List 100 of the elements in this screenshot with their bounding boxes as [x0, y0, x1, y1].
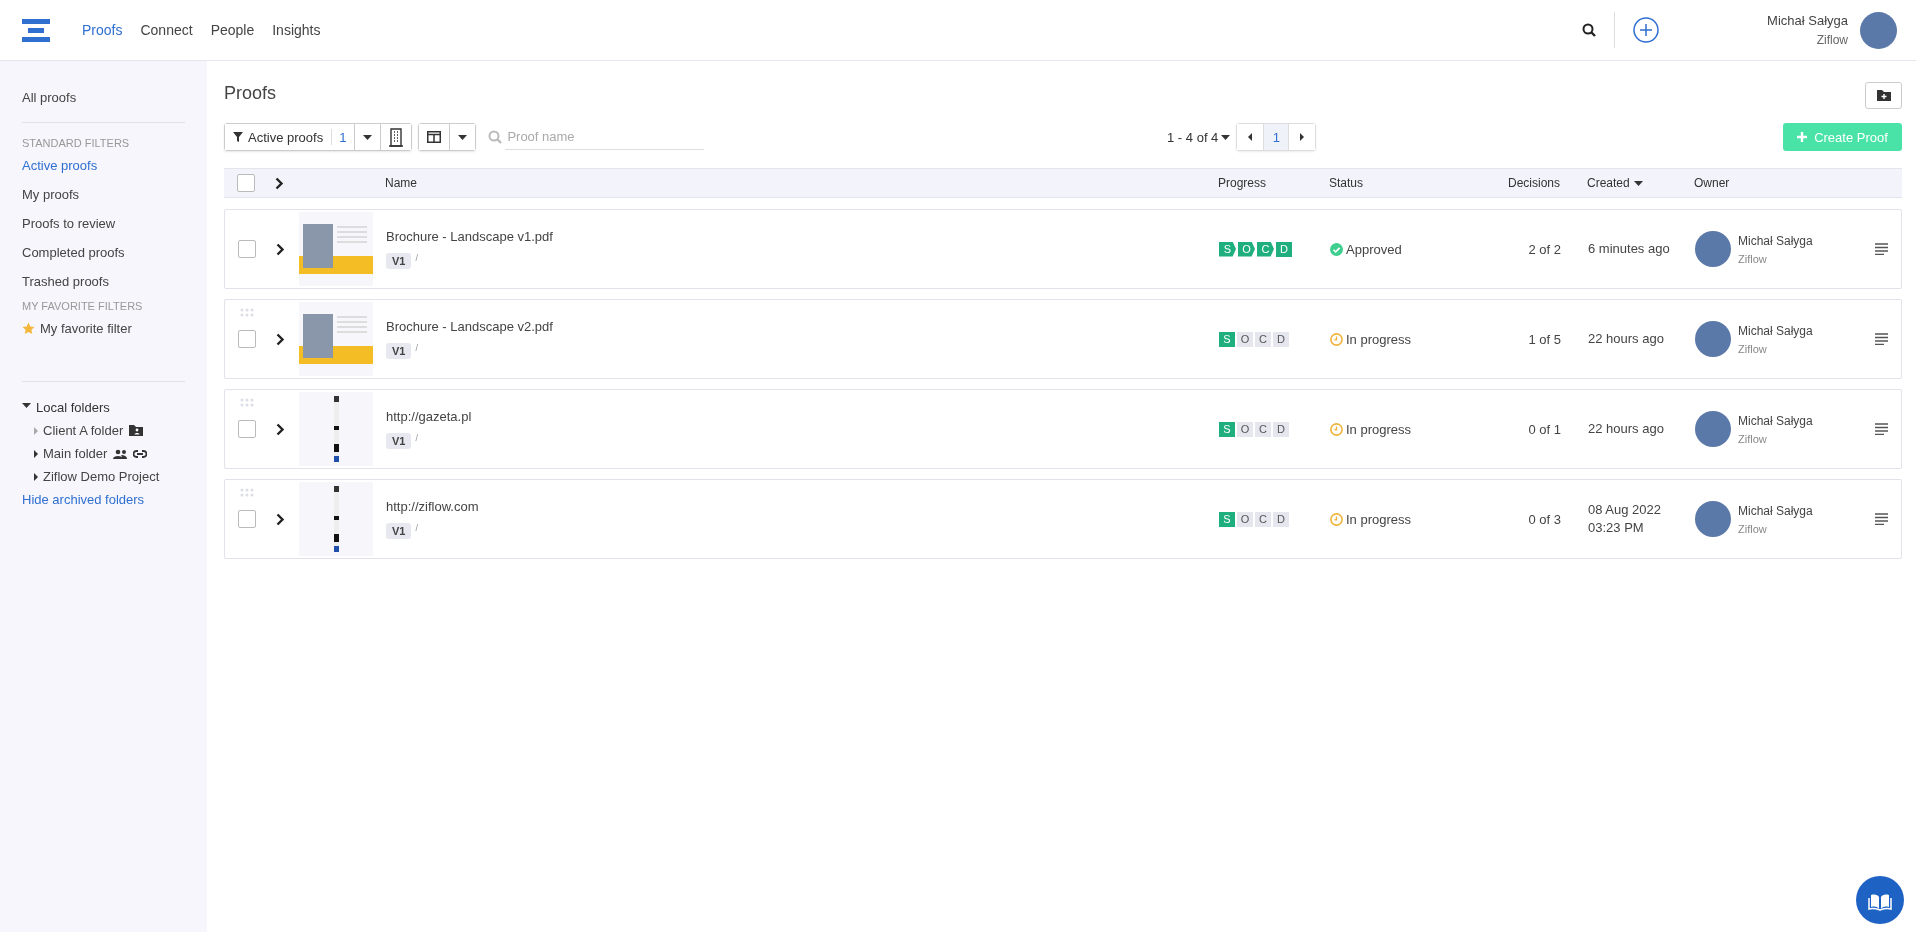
section-heading: MY FAVORITE FILTERS — [22, 300, 144, 312]
folder-item[interactable]: Client A folder — [22, 419, 207, 442]
nav-link[interactable]: Insights — [272, 22, 321, 38]
page-button[interactable]: 1 — [1263, 124, 1290, 150]
row-checkbox[interactable] — [238, 240, 256, 258]
hide-archived-link[interactable]: Hide archived folders — [22, 488, 207, 511]
owner-name: Michał Sałyga — [1738, 503, 1813, 518]
owner-org: Ziflow — [1738, 252, 1768, 265]
dropdown-button[interactable] — [449, 124, 476, 150]
caret-right-icon — [1300, 133, 1305, 141]
version-badge[interactable]: V1 — [386, 523, 412, 539]
nav-link[interactable]: Proofs — [82, 22, 123, 38]
status-label: In progress — [1346, 421, 1412, 437]
filter-control[interactable]: Active proofs 1 — [224, 123, 413, 151]
sidebar-item[interactable]: Trashed proofs — [22, 267, 207, 296]
column-header[interactable]: Status — [1329, 176, 1500, 190]
owner-name: Michał Sałyga — [1738, 413, 1813, 428]
column-header[interactable]: Name — [378, 176, 1216, 190]
owner-org: Ziflow — [1738, 432, 1768, 445]
drag-handle-icon[interactable] — [240, 398, 254, 407]
version-badge[interactable]: V1 — [386, 433, 412, 449]
sidebar-item[interactable]: Proofs to review — [22, 209, 207, 238]
proof-name[interactable]: http://ziflow.com — [386, 499, 1217, 514]
page-range-button[interactable]: 1 - 4 of 4 — [1167, 129, 1237, 145]
chevron-right-icon[interactable] — [276, 242, 285, 256]
folder-path: / — [415, 343, 418, 353]
sidebar-item[interactable]: Completed proofs — [22, 238, 207, 267]
add-icon[interactable] — [1633, 17, 1660, 43]
avatar — [1695, 411, 1731, 447]
layout-control[interactable] — [418, 123, 477, 151]
sidebar-item[interactable]: All proofs — [22, 83, 207, 112]
row-checkbox[interactable] — [238, 420, 256, 438]
drag-handle-icon[interactable] — [240, 488, 254, 497]
avatar[interactable] — [1860, 11, 1897, 49]
folder-path: / — [415, 433, 418, 443]
column-header[interactable]: Created — [1560, 176, 1694, 190]
row-checkbox[interactable] — [238, 330, 256, 348]
sidebar-item[interactable]: Active proofs — [22, 151, 207, 180]
help-button[interactable] — [1856, 876, 1904, 924]
folder-plus-icon — [1876, 89, 1891, 101]
sidebar-item[interactable]: My proofs — [22, 180, 207, 209]
folder-item[interactable]: Ziflow Demo Project — [22, 465, 207, 488]
row-checkbox[interactable] — [238, 510, 256, 528]
chevron-right-icon[interactable] — [276, 422, 285, 436]
stage-badge: O — [1237, 421, 1253, 437]
column-header[interactable]: Decisions — [1500, 176, 1560, 190]
filter-button[interactable]: Active proofs — [225, 124, 332, 150]
version-badge[interactable]: V1 — [386, 343, 412, 359]
layout-button[interactable] — [419, 124, 450, 150]
search-icon[interactable] — [1582, 23, 1597, 37]
filter-icon — [233, 132, 243, 142]
proof-row[interactable]: Brochure - Landscape v2.pdf V1 / S O C D In progress 1 of 5 22 hours ago Michał Sałyga Ziflow — [224, 299, 1902, 379]
folder-tree-toggle[interactable]: Local folders — [22, 396, 207, 419]
chevron-right-icon[interactable] — [276, 332, 285, 346]
column-header[interactable]: Owner — [1694, 176, 1860, 190]
proof-row[interactable]: Brochure - Landscape v1.pdf V1 / S O C D Approved 2 of 2 6 minutes ago Michał Sałyga Ziflow — [224, 209, 1902, 289]
version-badge[interactable]: V1 — [386, 253, 412, 269]
sidebar-item[interactable]: My favorite filter — [22, 314, 207, 343]
stage-badge: C — [1257, 241, 1274, 257]
stage-badge: O — [1237, 331, 1253, 347]
column-header[interactable]: Progress — [1216, 176, 1329, 190]
menu-icon[interactable] — [1874, 513, 1888, 525]
previous-page-button[interactable] — [1237, 124, 1264, 150]
proof-name[interactable]: http://gazeta.pl — [386, 409, 1217, 424]
nav-link[interactable]: People — [210, 22, 255, 38]
decisions-count: 0 of 1 — [1528, 421, 1561, 437]
menu-icon[interactable] — [1874, 243, 1888, 255]
proof-row[interactable]: http://ziflow.com V1 / S O C D In progress 0 of 3 08 Aug 2022 03:23 PM Michał Sałyga Ziflow — [224, 479, 1902, 559]
next-page-button[interactable] — [1289, 124, 1316, 150]
stage-badge: S — [1219, 331, 1235, 347]
proof-name[interactable]: Brochure - Landscape v1.pdf — [386, 229, 1217, 244]
caret-left-icon — [1248, 133, 1253, 141]
status-label: Approved — [1346, 241, 1402, 257]
building-icon — [389, 127, 404, 147]
drag-handle-icon[interactable] — [240, 308, 254, 317]
people-icon — [113, 448, 128, 459]
avatar — [1695, 501, 1731, 537]
stage-badge: O — [1238, 241, 1255, 257]
client-folder-icon — [129, 424, 144, 437]
stage-badge: D — [1276, 241, 1292, 257]
stage-badge: S — [1219, 421, 1235, 437]
created-date: 6 minutes ago — [1588, 240, 1670, 256]
organization-button[interactable] — [380, 124, 412, 150]
plus-icon — [1797, 132, 1808, 142]
logo-icon[interactable] — [22, 16, 50, 44]
chevron-right-icon[interactable] — [276, 512, 285, 526]
new-folder-button[interactable] — [1865, 81, 1902, 109]
nav-link[interactable]: Connect — [140, 22, 193, 38]
menu-icon[interactable] — [1874, 423, 1888, 435]
select-all-checkbox[interactable] — [237, 174, 255, 192]
stage-badge: S — [1219, 511, 1235, 527]
created-date: 22 hours ago — [1588, 420, 1664, 436]
menu-icon[interactable] — [1874, 333, 1888, 345]
expand-all-icon[interactable] — [275, 176, 284, 190]
decisions-count: 1 of 5 — [1528, 331, 1561, 347]
proof-name[interactable]: Brochure - Landscape v2.pdf — [386, 319, 1217, 334]
stage-badge: D — [1273, 421, 1289, 437]
folder-item[interactable]: Main folder — [22, 442, 207, 465]
dropdown-button[interactable] — [354, 124, 381, 150]
proof-row[interactable]: http://gazeta.pl V1 / S O C D In progress 0 of 1 22 hours ago Michał Sałyga Ziflow — [224, 389, 1902, 469]
